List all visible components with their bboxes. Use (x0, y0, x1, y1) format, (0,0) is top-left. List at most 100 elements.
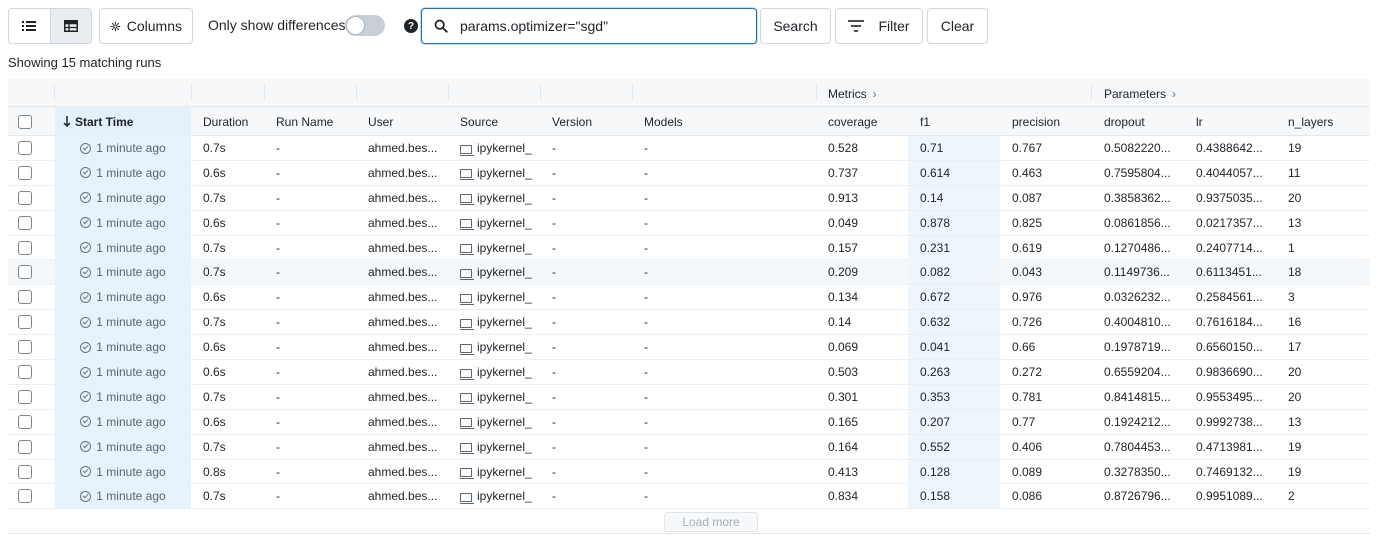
differences-toggle[interactable] (345, 15, 385, 36)
row-checkbox[interactable] (18, 290, 32, 305)
user-cell[interactable]: ahmed.bes... (368, 360, 437, 384)
header-coverage[interactable]: coverage (828, 107, 877, 136)
list-view-button[interactable] (9, 9, 50, 43)
table-row[interactable]: 1 minute ago 0.7s - ahmed.bes... ipykernel_ -… (8, 384, 1370, 410)
table-row[interactable]: 1 minute ago 0.6s - ahmed.bes... ipykernel_ -… (8, 409, 1370, 435)
source-cell[interactable]: ipykernel_ (460, 285, 532, 309)
start-time-cell[interactable]: 1 minute ago (55, 484, 191, 509)
search-input[interactable] (460, 18, 730, 34)
source-cell[interactable]: ipykernel_ (460, 460, 532, 484)
table-row[interactable]: 1 minute ago 0.6s - ahmed.bes... ipykernel_ -… (8, 335, 1370, 361)
start-time-cell[interactable]: 1 minute ago (55, 310, 191, 335)
row-checkbox[interactable] (18, 340, 32, 355)
user-cell[interactable]: ahmed.bes... (368, 484, 437, 508)
table-row[interactable]: 1 minute ago 0.7s - ahmed.bes... ipykernel_ -… (8, 235, 1370, 261)
row-checkbox[interactable] (18, 439, 32, 454)
table-row[interactable]: 1 minute ago 0.6s - ahmed.bes... ipykernel_ -… (8, 160, 1370, 186)
header-n-layers[interactable]: n_layers (1288, 107, 1333, 136)
source-cell[interactable]: ipykernel_ (460, 484, 532, 508)
source-cell[interactable]: ipykernel_ (460, 360, 532, 384)
user-cell[interactable]: ahmed.bes... (368, 161, 437, 185)
start-time-cell[interactable]: 1 minute ago (55, 210, 191, 235)
start-time-cell[interactable]: 1 minute ago (55, 459, 191, 484)
user-cell[interactable]: ahmed.bes... (368, 136, 437, 160)
clear-button[interactable]: Clear (927, 8, 988, 44)
start-time-cell[interactable]: 1 minute ago (55, 235, 191, 260)
row-checkbox[interactable] (18, 265, 32, 280)
table-view-button[interactable] (49, 9, 91, 43)
load-more-button[interactable]: Load more (664, 512, 758, 532)
row-checkbox[interactable] (18, 165, 32, 180)
help-icon[interactable]: ? (404, 19, 418, 33)
header-duration[interactable]: Duration (203, 107, 248, 136)
table-row[interactable]: 1 minute ago 0.6s - ahmed.bes... ipykernel_ -… (8, 360, 1370, 385)
source-cell[interactable]: ipykernel_ (460, 236, 532, 260)
header-start-time[interactable]: Start Time (55, 107, 191, 136)
table-row[interactable]: 1 minute ago 0.8s - ahmed.bes... ipykernel_ -… (8, 459, 1370, 485)
select-all-checkbox[interactable] (18, 114, 32, 129)
parameters-group-header[interactable]: Parameters › (1104, 87, 1176, 101)
user-cell[interactable]: ahmed.bes... (368, 211, 437, 235)
header-dropout[interactable]: dropout (1104, 107, 1145, 136)
table-row[interactable]: 1 minute ago 0.7s - ahmed.bes... ipykernel_ -… (8, 484, 1370, 510)
header-source[interactable]: Source (460, 107, 498, 136)
header-user[interactable]: User (368, 107, 393, 136)
row-checkbox[interactable] (18, 240, 32, 255)
start-time-cell[interactable]: 1 minute ago (55, 335, 191, 360)
header-precision[interactable]: precision (1012, 107, 1060, 136)
start-time-cell[interactable]: 1 minute ago (55, 360, 191, 385)
source-cell[interactable]: ipykernel_ (460, 385, 532, 409)
source-cell[interactable]: ipykernel_ (460, 435, 532, 459)
start-time-cell[interactable]: 1 minute ago (55, 185, 191, 210)
source-cell[interactable]: ipykernel_ (460, 335, 532, 359)
row-checkbox[interactable] (18, 365, 32, 380)
table-row[interactable]: 1 minute ago 0.7s - ahmed.bes... ipykernel_ -… (8, 310, 1370, 336)
header-lr[interactable]: lr (1196, 107, 1203, 136)
source-cell[interactable]: ipykernel_ (460, 161, 532, 185)
search-button[interactable]: Search (760, 8, 831, 44)
source-cell[interactable]: ipykernel_ (460, 211, 532, 235)
row-checkbox[interactable] (18, 215, 32, 230)
table-row[interactable]: 1 minute ago 0.6s - ahmed.bes... ipykernel_ -… (8, 285, 1370, 311)
start-time-cell[interactable]: 1 minute ago (55, 160, 191, 185)
metrics-group-header[interactable]: Metrics › (828, 87, 877, 101)
header-f1[interactable]: f1 (920, 107, 930, 136)
row-checkbox[interactable] (18, 489, 32, 504)
header-models[interactable]: Models (644, 107, 683, 136)
user-cell[interactable]: ahmed.bes... (368, 236, 437, 260)
source-cell[interactable]: ipykernel_ (460, 410, 532, 434)
row-checkbox[interactable] (18, 389, 32, 404)
user-cell[interactable]: ahmed.bes... (368, 460, 437, 484)
source-cell[interactable]: ipykernel_ (460, 186, 532, 210)
row-checkbox[interactable] (18, 141, 32, 155)
user-cell[interactable]: ahmed.bes... (368, 385, 437, 409)
row-checkbox[interactable] (18, 464, 32, 479)
start-time-cell[interactable]: 1 minute ago (55, 434, 191, 459)
table-row[interactable]: 1 minute ago 0.7s - ahmed.bes... ipykernel_ -… (8, 434, 1370, 460)
user-cell[interactable]: ahmed.bes... (368, 260, 437, 284)
start-time-cell[interactable]: 1 minute ago (55, 285, 191, 310)
table-row[interactable]: 1 minute ago 0.7s - ahmed.bes... ipykernel_ -… (8, 136, 1370, 161)
header-version[interactable]: Version (552, 107, 592, 136)
filter-button[interactable]: Filter (835, 8, 923, 44)
start-time-cell[interactable]: 1 minute ago (55, 260, 191, 285)
start-time-cell[interactable]: 1 minute ago (55, 384, 191, 409)
table-row[interactable]: 1 minute ago 0.6s - ahmed.bes... ipykernel_ -… (8, 210, 1370, 236)
table-row[interactable]: 1 minute ago 0.7s - ahmed.bes... ipykernel_ -… (8, 185, 1370, 211)
row-checkbox[interactable] (18, 315, 32, 330)
start-time-cell[interactable]: 1 minute ago (55, 136, 191, 160)
row-checkbox[interactable] (18, 190, 32, 205)
user-cell[interactable]: ahmed.bes... (368, 335, 437, 359)
source-cell[interactable]: ipykernel_ (460, 136, 532, 160)
user-cell[interactable]: ahmed.bes... (368, 186, 437, 210)
user-cell[interactable]: ahmed.bes... (368, 310, 437, 334)
source-cell[interactable]: ipykernel_ (460, 310, 532, 334)
start-time-cell[interactable]: 1 minute ago (55, 409, 191, 434)
columns-button[interactable]: Columns (99, 8, 193, 44)
header-run-name[interactable]: Run Name (276, 107, 333, 136)
table-row[interactable]: 1 minute ago 0.7s - ahmed.bes... ipykernel_ -… (8, 260, 1370, 286)
row-checkbox[interactable] (18, 414, 32, 429)
source-cell[interactable]: ipykernel_ (460, 260, 532, 284)
user-cell[interactable]: ahmed.bes... (368, 435, 437, 459)
user-cell[interactable]: ahmed.bes... (368, 410, 437, 434)
